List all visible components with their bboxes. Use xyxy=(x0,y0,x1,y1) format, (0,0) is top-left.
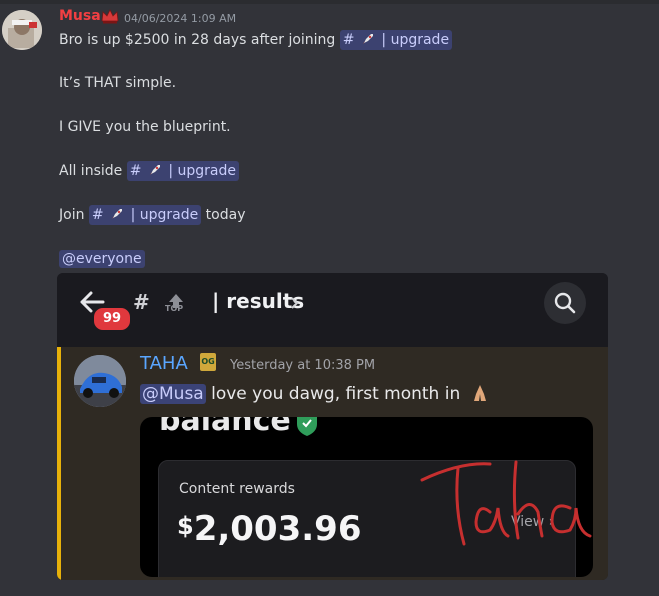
message-line: Bro is up $2500 in 28 days after joining… xyxy=(59,30,453,50)
search-button xyxy=(544,282,586,324)
handwritten-signature xyxy=(420,460,592,546)
top-divider xyxy=(0,0,659,4)
rocket-icon xyxy=(362,34,373,44)
channel-mention-upgrade[interactable]: # | upgrade xyxy=(88,205,202,225)
search-icon xyxy=(554,292,576,314)
crown-icon xyxy=(101,9,119,24)
quoted-author-name: TAHA xyxy=(140,353,188,374)
quoted-mention: @Musa xyxy=(140,384,206,404)
quoted-text: love you dawg, first month in xyxy=(211,384,461,404)
hash-icon: # xyxy=(129,163,142,179)
everyone-mention[interactable]: @everyone xyxy=(59,250,145,268)
hash-icon: # xyxy=(342,32,355,48)
message-line: All inside # | upgrade xyxy=(59,161,240,181)
unread-badge: 99 xyxy=(92,306,132,332)
praying-hands-icon xyxy=(473,385,486,401)
avatar[interactable] xyxy=(2,10,42,50)
message-line: It’s THAT simple. xyxy=(59,75,177,91)
mobile-channel-header: 99 # TOP | results xyxy=(57,273,608,347)
rocket-icon xyxy=(112,209,123,219)
hash-icon: # xyxy=(91,207,104,223)
top-label: TOP xyxy=(165,304,184,313)
balance-heading: balance xyxy=(159,417,291,438)
rocket-icon xyxy=(149,165,160,175)
channel-hash-icon: # xyxy=(133,290,150,314)
chevron-right-icon xyxy=(291,297,299,309)
og-badge: OG xyxy=(200,353,216,371)
message-line: Join # | upgrade today xyxy=(59,205,245,225)
quoted-message: TAHA OG Yesterday at 10:38 PM @Musa love… xyxy=(57,347,608,580)
message-timestamp[interactable]: 04/06/2024 1:09 AM xyxy=(124,12,236,25)
channel-mention-upgrade[interactable]: # | upgrade xyxy=(126,161,240,181)
quoted-timestamp: Yesterday at 10:38 PM xyxy=(230,358,376,373)
message-text: Bro is up $2500 in 28 days after joining xyxy=(59,32,336,48)
quoted-author-avatar xyxy=(74,355,126,407)
rewards-amount: $2,003.96 xyxy=(177,509,362,549)
author-name[interactable]: Musa xyxy=(59,8,101,24)
rewards-label: Content rewards xyxy=(179,481,295,497)
message-line: I GIVE you the blueprint. xyxy=(59,119,231,135)
message-line: @everyone xyxy=(59,249,145,269)
message-text: today xyxy=(205,207,246,223)
message-text: All inside xyxy=(59,163,123,179)
quoted-message-text: @Musa love you dawg, first month in xyxy=(140,384,490,404)
attached-screenshot[interactable]: 99 # TOP | results TAHA OG Yesterday at … xyxy=(57,273,608,580)
balance-card: balance Content rewards $2,003.96 View › xyxy=(140,417,593,577)
message-text: Join xyxy=(59,207,85,223)
shield-icon xyxy=(297,417,317,436)
quote-highlight-bar xyxy=(57,347,61,580)
channel-mention-upgrade[interactable]: # | upgrade xyxy=(339,30,453,50)
